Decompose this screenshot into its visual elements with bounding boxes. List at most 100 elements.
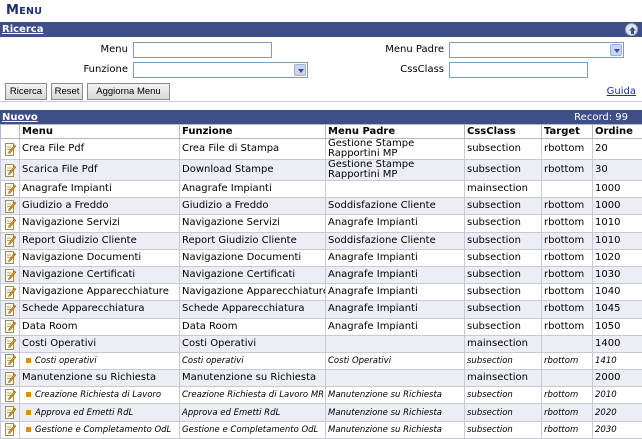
edit-pencil-icon[interactable] xyxy=(4,337,16,351)
table-row[interactable]: Scarica File Pdf Download Stampe Gestione … xyxy=(0,159,642,181)
cell-target xyxy=(541,334,593,353)
edit-cell[interactable] xyxy=(0,214,20,233)
cell-menu-padre: Manutenzione su Richiesta xyxy=(325,386,465,405)
edit-cell[interactable] xyxy=(0,231,20,250)
edit-pencil-icon[interactable] xyxy=(4,268,16,282)
cell-ordine: 1045 xyxy=(592,300,642,319)
cell-funzione: Navigazione Servizi xyxy=(179,214,326,233)
table-row[interactable]: Manutenzione su Richiesta Manutenzione su… xyxy=(0,369,642,388)
edit-cell[interactable] xyxy=(0,420,20,439)
edit-cell[interactable] xyxy=(0,386,20,405)
new-record-link[interactable]: Nuovo xyxy=(2,112,38,123)
cell-target: rbottom xyxy=(541,214,593,233)
help-icon[interactable] xyxy=(625,23,638,36)
update-menu-button[interactable]: Aggiorna Menu xyxy=(87,83,170,100)
table-row[interactable]: Report Giudizio Cliente Report Giudizio C… xyxy=(0,231,642,250)
cell-menu-padre: Anagrafe Impianti xyxy=(325,214,465,233)
edit-pencil-icon[interactable] xyxy=(4,423,16,437)
header-funzione[interactable]: Funzione xyxy=(179,124,326,139)
table-row[interactable]: Giudizio a Freddo Giudizio a Freddo Soddis… xyxy=(0,197,642,216)
table-row[interactable]: Navigazione Certificati Navigazione Certi… xyxy=(0,265,642,285)
table-row[interactable]: Costi Operativi Costi Operativi mainsectio… xyxy=(0,334,642,353)
edit-cell[interactable] xyxy=(0,403,20,422)
table-row[interactable]: Navigazione Apparecchiature Navigazione A… xyxy=(0,283,642,302)
funzione-select[interactable] xyxy=(133,62,308,78)
header-cssclass[interactable]: CssClass xyxy=(464,124,542,139)
edit-pencil-icon[interactable] xyxy=(4,216,16,230)
chevron-down-icon[interactable] xyxy=(294,64,306,76)
edit-pencil-icon[interactable] xyxy=(4,371,16,385)
guide-link[interactable]: Guida xyxy=(607,86,636,97)
cell-target: rbottom xyxy=(541,420,593,439)
cell-menu-padre xyxy=(325,369,465,388)
cell-funzione: Manutenzione su Richiesta xyxy=(179,369,326,388)
edit-cell[interactable] xyxy=(0,351,20,371)
cell-menu-padre: Soddisfazione Cliente xyxy=(325,197,465,216)
header-target[interactable]: Target xyxy=(541,124,593,139)
cell-ordine: 1050 xyxy=(592,317,642,336)
table-row[interactable]: Approva ed Emetti RdL Approva ed Emetti R… xyxy=(0,403,642,422)
edit-pencil-icon[interactable] xyxy=(4,142,16,156)
cell-menu: Creazione Richiesta di Lavoro xyxy=(19,386,180,405)
cell-menu: Navigazione Certificati xyxy=(19,265,180,285)
cell-menu: Giudizio a Freddo xyxy=(19,197,180,216)
edit-cell[interactable] xyxy=(0,197,20,216)
cssclass-input[interactable] xyxy=(449,62,588,78)
menu-text: Scarica File Pdf xyxy=(22,164,98,175)
edit-cell[interactable] xyxy=(0,283,20,302)
edit-cell[interactable] xyxy=(0,300,20,319)
edit-cell[interactable] xyxy=(0,369,20,388)
search-toggle-link[interactable]: Ricerca xyxy=(2,24,43,35)
cell-target: rbottom xyxy=(541,265,593,285)
table-row[interactable]: Costi operativi Costi operativi Costi Oper… xyxy=(0,351,642,371)
edit-pencil-icon[interactable] xyxy=(4,234,16,248)
edit-cell[interactable] xyxy=(0,317,20,336)
table-row[interactable]: Navigazione Servizi Navigazione Servizi An… xyxy=(0,214,642,233)
table-row[interactable]: Creazione Richiesta di Lavoro Creazione R… xyxy=(0,386,642,405)
cell-funzione: Download Stampe xyxy=(179,159,326,181)
cell-funzione: Navigazione Apparecchiature xyxy=(179,283,326,302)
table-row[interactable]: Anagrafe Impianti Anagrafe Impianti mainse… xyxy=(0,179,642,199)
cell-cssclass: subsection xyxy=(464,197,542,216)
menu-table: Menu Funzione Menu Padre CssClass Target… xyxy=(0,124,642,439)
edit-pencil-icon[interactable] xyxy=(4,406,16,420)
edit-cell[interactable] xyxy=(0,159,20,181)
edit-cell[interactable] xyxy=(0,334,20,353)
edit-pencil-icon[interactable] xyxy=(4,163,16,177)
header-menu[interactable]: Menu xyxy=(19,124,180,139)
cell-funzione: Costi operativi xyxy=(179,351,326,371)
search-button[interactable]: Ricerca xyxy=(5,83,47,100)
edit-cell[interactable] xyxy=(0,138,20,160)
menu-input[interactable] xyxy=(133,42,272,58)
edit-pencil-icon[interactable] xyxy=(4,285,16,299)
bullet-icon xyxy=(26,409,31,415)
edit-cell[interactable] xyxy=(0,248,20,267)
reset-button[interactable]: Reset xyxy=(51,83,83,100)
menu-padre-label: Menu Padre xyxy=(385,44,444,55)
edit-cell[interactable] xyxy=(0,179,20,199)
edit-pencil-icon[interactable] xyxy=(4,251,16,265)
menu-padre-select[interactable] xyxy=(449,42,624,58)
cell-ordine: 1030 xyxy=(592,265,642,285)
header-menu-padre[interactable]: Menu Padre xyxy=(325,124,465,139)
edit-cell[interactable] xyxy=(0,265,20,285)
cell-menu: Navigazione Documenti xyxy=(19,248,180,267)
search-panel-bar: Ricerca xyxy=(0,22,642,37)
table-row[interactable]: Gestione e Completamento OdL Gestione e C… xyxy=(0,420,642,439)
table-row[interactable]: Navigazione Documenti Navigazione Documen… xyxy=(0,248,642,267)
edit-pencil-icon[interactable] xyxy=(4,388,16,402)
edit-pencil-icon[interactable] xyxy=(4,182,16,196)
chevron-down-icon[interactable] xyxy=(610,44,622,56)
cell-menu: Costi Operativi xyxy=(19,334,180,353)
edit-pencil-icon[interactable] xyxy=(4,320,16,334)
edit-pencil-icon[interactable] xyxy=(4,354,16,368)
edit-pencil-icon[interactable] xyxy=(4,199,16,213)
table-row[interactable]: Crea File Pdf Crea File di Stampa Gestione… xyxy=(0,138,642,160)
edit-pencil-icon[interactable] xyxy=(4,302,16,316)
header-ordine[interactable]: Ordine xyxy=(592,124,642,139)
cell-ordine: 20 xyxy=(592,138,642,160)
table-row[interactable]: Schede Apparecchiatura Schede Apparecchia… xyxy=(0,300,642,319)
table-row[interactable]: Data Room Data Room Anagrafe Impianti subse… xyxy=(0,317,642,336)
cell-ordine: 30 xyxy=(592,159,642,181)
cell-cssclass: subsection xyxy=(464,317,542,336)
